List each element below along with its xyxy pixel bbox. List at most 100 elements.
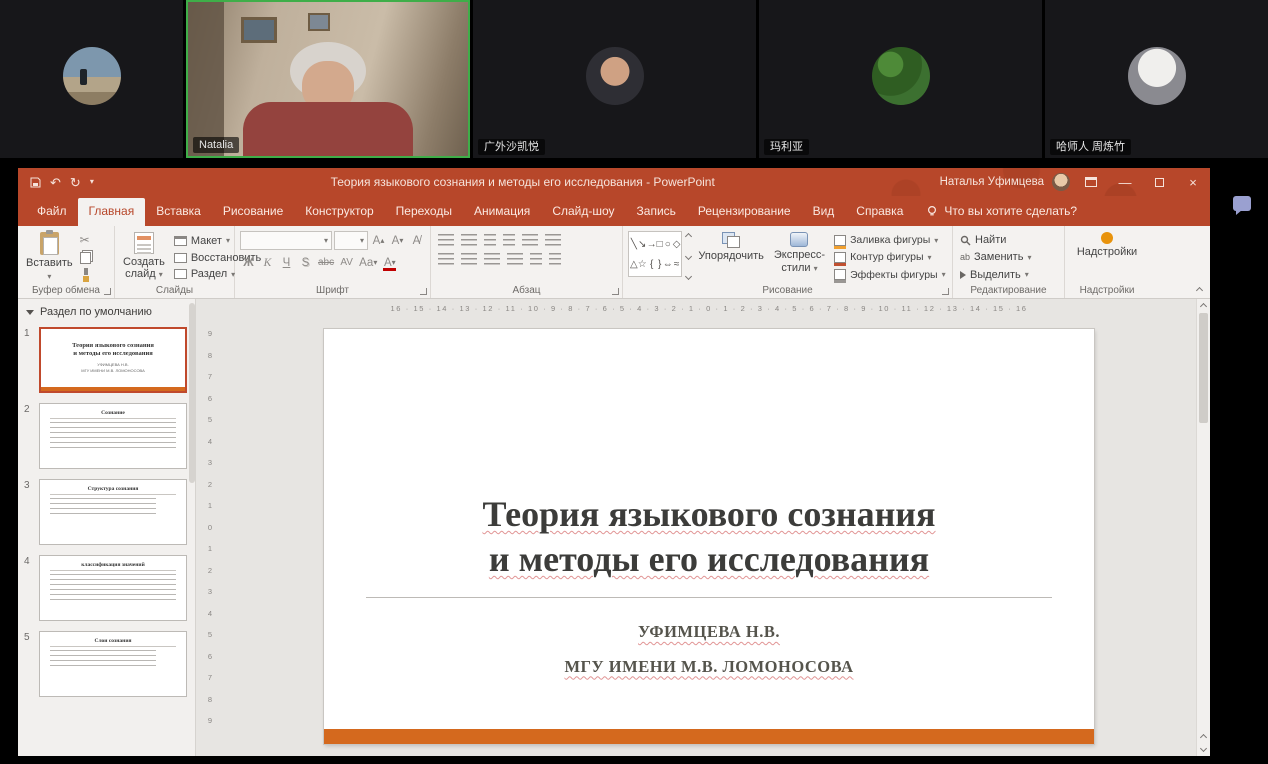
font-size-combo[interactable]: ▾ <box>334 231 368 250</box>
new-slide-button[interactable]: Создатьслайд ▾ <box>120 231 168 282</box>
decrease-indent-icon[interactable] <box>484 234 496 246</box>
clipboard-dialog-launcher[interactable] <box>104 288 111 295</box>
character-spacing-button[interactable]: AV <box>338 253 355 272</box>
font-name-combo[interactable]: ▾ <box>240 231 332 250</box>
tab-design[interactable]: Конструктор <box>294 198 384 226</box>
shape-arrow-icon[interactable]: → <box>647 239 657 250</box>
slide-thumbnail-2[interactable]: Сознание <box>39 403 187 469</box>
align-center-icon[interactable] <box>461 253 477 265</box>
columns-icon[interactable] <box>530 253 542 265</box>
cut-icon[interactable]: ✂ <box>80 234 93 246</box>
shape-outline-button[interactable]: Контур фигуры▾ <box>832 250 948 264</box>
slide-thumbnail-5[interactable]: Слои сознания <box>39 631 187 697</box>
align-left-icon[interactable] <box>438 253 454 265</box>
save-icon[interactable] <box>30 177 41 188</box>
slide-title[interactable]: Теория языкового сознания и методы его и… <box>324 492 1094 582</box>
find-button[interactable]: Найти <box>958 233 1033 247</box>
customize-qat-icon[interactable]: ▾ <box>90 178 94 186</box>
slide-thumbnail-1[interactable]: Теория языкового сознанияи методы его ис… <box>39 327 187 393</box>
shape-effects-button[interactable]: Эффекты фигуры▾ <box>832 268 948 282</box>
participant-tile[interactable]: 玛利亚 <box>759 0 1042 158</box>
bullets-icon[interactable] <box>438 234 454 246</box>
tab-view[interactable]: Вид <box>802 198 846 226</box>
underline-button[interactable]: Ч <box>278 253 295 272</box>
increase-font-button[interactable]: А▴ <box>370 231 387 250</box>
tab-help[interactable]: Справка <box>845 198 914 226</box>
tab-animations[interactable]: Анимация <box>463 198 541 226</box>
account-avatar[interactable] <box>1052 173 1070 191</box>
scroll-up-icon[interactable] <box>1200 303 1207 310</box>
arrange-button[interactable]: Упорядочить <box>695 231 766 282</box>
select-button[interactable]: Выделить▾ <box>958 268 1033 282</box>
tell-me-box[interactable]: Что вы хотите сделать? <box>926 204 1077 226</box>
shape-star-icon[interactable]: ☆ <box>638 259 647 270</box>
font-color-button[interactable]: А▾ <box>381 253 398 272</box>
participant-tile[interactable]: 哈师人 周炼竹 <box>1045 0 1268 158</box>
tab-transitions[interactable]: Переходы <box>385 198 463 226</box>
next-slide-icon[interactable] <box>1200 745 1207 752</box>
numbering-icon[interactable] <box>461 234 477 246</box>
collapse-ribbon-icon[interactable] <box>1196 287 1203 294</box>
smartart-convert-icon[interactable] <box>549 253 561 265</box>
tab-draw[interactable]: Рисование <box>212 198 294 226</box>
justify-icon[interactable] <box>507 253 523 265</box>
scrollbar-thumb[interactable] <box>1199 313 1208 423</box>
ribbon-display-options-button[interactable] <box>1078 169 1104 195</box>
chat-bubble-icon[interactable] <box>1233 196 1251 211</box>
tab-record[interactable]: Запись <box>626 198 687 226</box>
text-direction-icon[interactable] <box>545 234 561 246</box>
participant-tile[interactable]: 广外沙凯悦 <box>473 0 756 158</box>
shapes-gallery-scroll[interactable] <box>686 231 691 282</box>
undo-icon[interactable]: ↶ <box>50 176 61 189</box>
change-case-button[interactable]: Аа▾ <box>357 253 379 272</box>
shape-rect-icon[interactable]: □ <box>657 239 663 250</box>
italic-button[interactable]: К <box>259 253 276 272</box>
slide-canvas[interactable]: Теория языкового сознания и методы его и… <box>324 329 1094 744</box>
clear-format-button[interactable]: А̸ <box>408 231 425 250</box>
paste-button[interactable]: Вставить ▾ <box>23 231 76 282</box>
format-painter-icon[interactable] <box>80 268 92 282</box>
thumbnail-scrollbar[interactable] <box>189 303 195 483</box>
tab-file[interactable]: Файл <box>26 198 78 226</box>
copy-icon[interactable] <box>80 250 93 264</box>
section-header[interactable]: Раздел по умолчанию <box>18 302 195 322</box>
shape-brace-left-icon[interactable]: { <box>650 259 653 270</box>
slide-subtitle[interactable]: УФИМЦЕВА Н.В. МГУ ИМЕНИ М.В. ЛОМОНОСОВА <box>324 615 1094 684</box>
strikethrough-button[interactable]: abc <box>316 253 336 272</box>
shape-double-arrow-icon[interactable]: ⇔ <box>663 259 673 270</box>
tab-review[interactable]: Рецензирование <box>687 198 802 226</box>
shape-curve-icon[interactable]: ≈ <box>674 259 680 270</box>
shape-brace-right-icon[interactable]: } <box>658 259 661 270</box>
slide-thumbnail-3[interactable]: Структура сознания <box>39 479 187 545</box>
font-dialog-launcher[interactable] <box>420 288 427 295</box>
replace-button[interactable]: ab Заменить▾ <box>958 250 1033 264</box>
drawing-dialog-launcher[interactable] <box>942 288 949 295</box>
shape-triangle-icon[interactable]: △ <box>630 259 638 270</box>
minimize-button[interactable]: — <box>1112 169 1138 195</box>
shape-line-icon[interactable]: ╲ <box>631 239 637 250</box>
quick-styles-button[interactable]: Экспресс-стили ▾ <box>771 231 828 282</box>
slide-thumbnail-4[interactable]: классификация значений <box>39 555 187 621</box>
tab-slideshow[interactable]: Слайд-шоу <box>541 198 625 226</box>
align-right-icon[interactable] <box>484 253 500 265</box>
text-shadow-button[interactable]: S <box>297 253 314 272</box>
tab-insert[interactable]: Вставка <box>145 198 212 226</box>
editor-scrollbar[interactable] <box>1196 299 1210 730</box>
shape-ellipse-icon[interactable]: ○ <box>665 239 671 250</box>
participant-tile[interactable] <box>0 0 183 158</box>
line-spacing-icon[interactable] <box>522 234 538 246</box>
bold-button[interactable]: Ж <box>240 253 257 272</box>
shape-diamond-icon[interactable]: ◇ <box>673 239 681 250</box>
shape-arrow-down-icon[interactable]: ↘ <box>638 239 646 250</box>
shapes-gallery[interactable]: ╲ ↘ → □ ○ ◇ △ ☆ { } ⇔ ≈ <box>628 231 682 277</box>
addins-button[interactable]: Надстройки <box>1074 231 1140 282</box>
close-button[interactable]: × <box>1180 169 1206 195</box>
participant-tile-active[interactable]: Natalia <box>186 0 470 158</box>
redo-icon[interactable]: ↻ <box>70 176 81 189</box>
decrease-font-button[interactable]: А▾ <box>389 231 406 250</box>
previous-slide-icon[interactable] <box>1200 734 1207 741</box>
restore-button[interactable] <box>1146 169 1172 195</box>
paragraph-dialog-launcher[interactable] <box>612 288 619 295</box>
increase-indent-icon[interactable] <box>503 234 515 246</box>
shape-fill-button[interactable]: Заливка фигуры▾ <box>832 233 948 247</box>
